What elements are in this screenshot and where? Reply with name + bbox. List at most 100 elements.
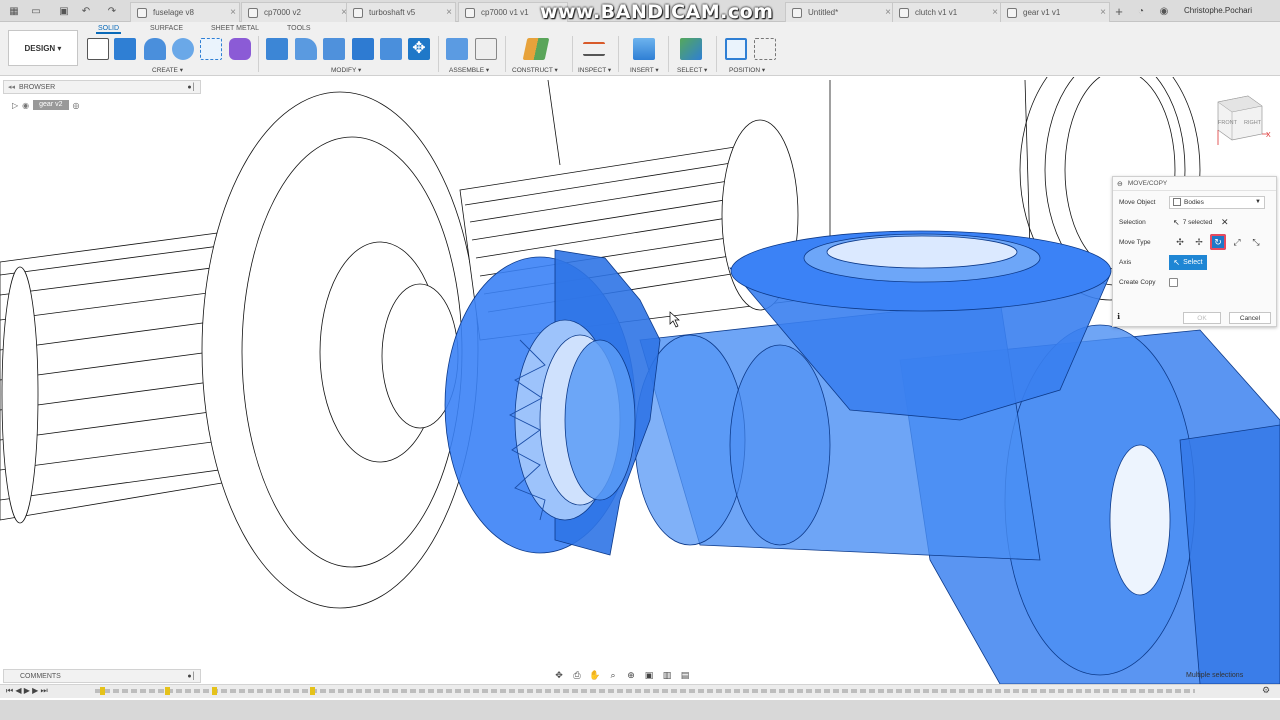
selection-field[interactable]: ↖ 7 selected (1169, 216, 1217, 229)
offset-plane-icon[interactable] (522, 38, 550, 60)
zoom-icon[interactable]: ⌕ (606, 670, 620, 681)
grid-menu-icon[interactable]: ▦ (8, 5, 20, 17)
construct-group-label[interactable]: CONSTRUCT ▾ (512, 66, 558, 74)
visibility-eye-icon[interactable]: ◉ (22, 101, 29, 110)
timeline-features[interactable] (95, 689, 1195, 693)
create-copy-row: Create Copy (1119, 274, 1270, 290)
orbit-icon[interactable]: ✥ (552, 670, 566, 681)
redo-icon[interactable]: ↷ (106, 5, 118, 17)
browser-panel-header[interactable]: ◂◂ BROWSER ●│ (3, 80, 201, 94)
axis-select-button[interactable]: ↖ Select (1169, 254, 1207, 270)
tab-untitled[interactable]: Untitled* × (785, 2, 895, 22)
expand-arrow-icon[interactable]: ▷ (12, 101, 18, 110)
close-icon[interactable]: × (443, 7, 455, 18)
timeline-marker[interactable] (310, 687, 315, 695)
tab-surface[interactable]: SURFACE (148, 25, 185, 32)
tab-gear[interactable]: gear v1 v1 × (1000, 2, 1110, 22)
move-copy-icon[interactable]: ✥ (408, 38, 430, 60)
tab-cp7000-v2[interactable]: cp7000 v2 × (241, 2, 351, 22)
tab-solid[interactable]: SOLID (96, 25, 122, 34)
collapse-dialog-icon[interactable]: ⊖ (1117, 180, 1123, 188)
measure-icon[interactable] (583, 42, 605, 56)
ok-button[interactable]: OK (1183, 312, 1221, 324)
fit-icon[interactable]: ⊕ (624, 670, 638, 681)
comments-panel-header[interactable]: COMMENTS ●│ (3, 669, 201, 683)
grid-settings-icon[interactable]: ▥ (660, 670, 674, 681)
clear-selection-icon[interactable]: ✕ (1221, 217, 1229, 228)
capture-position-icon[interactable] (725, 38, 747, 60)
position-group-label[interactable]: POSITION ▾ (729, 66, 765, 74)
dialog-header[interactable]: ⊖ MOVE/COPY (1113, 177, 1276, 191)
notifications-icon[interactable]: ◉ (1158, 5, 1170, 17)
viewports-icon[interactable]: ▤ (678, 670, 692, 681)
create-copy-checkbox[interactable] (1169, 277, 1178, 287)
divider (618, 36, 619, 72)
point-to-point-icon[interactable]: ⤢ (1229, 234, 1245, 250)
pin-icon[interactable]: ●│ (187, 84, 196, 91)
divider (716, 36, 717, 72)
press-pull-icon[interactable] (266, 38, 288, 60)
select-group-label[interactable]: SELECT ▾ (677, 66, 707, 74)
create-group-label[interactable]: CREATE ▾ (152, 66, 183, 74)
axis-select-label: Select (1183, 258, 1203, 266)
new-tab-icon[interactable]: + (1113, 4, 1125, 19)
shell-icon[interactable] (323, 38, 345, 60)
activate-radio-icon[interactable]: ◎ (73, 101, 80, 110)
rotate-icon[interactable]: ↻ (1210, 234, 1226, 250)
cancel-button[interactable]: Cancel (1229, 312, 1271, 324)
timeline-marker[interactable] (165, 687, 170, 695)
insert-group-label[interactable]: INSERT ▾ (630, 66, 659, 74)
user-name[interactable]: Christophe.Pochari (1184, 6, 1252, 15)
undo-icon[interactable]: ↶ (80, 5, 92, 17)
save-icon[interactable]: ▣ (58, 5, 70, 17)
revolve-icon[interactable] (144, 38, 166, 60)
toolbar-ribbon: SOLID SURFACE SHEET METAL TOOLS DESIGN ▾… (0, 22, 1280, 76)
timeline-marker[interactable] (212, 687, 217, 695)
extrude-icon[interactable] (114, 38, 136, 60)
tab-tools[interactable]: TOOLS (285, 25, 313, 32)
browser-root-node[interactable]: ▷ ◉ gear v2 ◎ (12, 99, 79, 111)
translate-icon[interactable]: ✢ (1191, 234, 1207, 250)
tab-fuselage[interactable]: fuselage v8 × (130, 2, 240, 22)
close-icon[interactable]: × (1097, 7, 1109, 18)
point-to-position-icon[interactable]: ⤡ (1248, 234, 1264, 250)
tab-turboshaft[interactable]: turboshaft v5 × (346, 2, 456, 22)
selection-value: 7 selected (1182, 218, 1213, 226)
scale-icon[interactable] (380, 38, 402, 60)
timeline-controls-icon[interactable]: ⏮ ◀ ▶ ▶ ⏭ (6, 686, 48, 696)
move-object-dropdown[interactable]: Bodies ▼ (1169, 195, 1265, 209)
select-icon[interactable] (680, 38, 702, 60)
new-component-icon[interactable] (446, 38, 468, 60)
insert-image-icon[interactable] (633, 38, 655, 60)
look-at-icon[interactable]: ⎙ (570, 670, 584, 681)
model-viewport[interactable]: FRONT RIGHT X (0, 77, 1280, 684)
inspect-group-label[interactable]: INSPECT ▾ (578, 66, 611, 74)
divider (258, 36, 259, 72)
timeline-settings-icon[interactable]: ⚙ (1262, 685, 1270, 696)
joint-icon[interactable] (475, 38, 497, 60)
tab-clutch[interactable]: clutch v1 v1 × (892, 2, 1002, 22)
close-icon[interactable]: × (227, 7, 239, 18)
display-settings-icon[interactable]: ▣ (642, 670, 656, 681)
create-sketch-icon[interactable] (87, 38, 109, 60)
modify-group-label[interactable]: MODIFY ▾ (331, 66, 361, 74)
jobs-icon[interactable]: ◔ (1135, 5, 1147, 17)
collapse-icon[interactable]: ◂◂ (8, 83, 15, 91)
workspace-switcher[interactable]: DESIGN ▾ (8, 30, 78, 66)
hole-icon[interactable] (172, 38, 194, 60)
fillet-icon[interactable] (295, 38, 317, 60)
pan-icon[interactable]: ✋ (588, 670, 602, 681)
tab-sheet-metal[interactable]: SHEET METAL (209, 25, 261, 32)
timeline-bar[interactable]: ⏮ ◀ ▶ ▶ ⏭ ⚙ (0, 684, 1280, 698)
timeline-marker[interactable] (100, 687, 105, 695)
assemble-group-label[interactable]: ASSEMBLE ▾ (449, 66, 489, 74)
info-icon[interactable]: ℹ (1117, 312, 1120, 321)
pin-icon[interactable]: ●│ (187, 673, 196, 680)
file-icon[interactable]: ▭ (30, 5, 42, 17)
combine-icon[interactable] (352, 38, 374, 60)
dialog-title: MOVE/COPY (1127, 180, 1168, 187)
create-form-icon[interactable] (229, 38, 251, 60)
revert-position-icon[interactable] (754, 38, 776, 60)
free-move-icon[interactable]: ✣ (1172, 234, 1188, 250)
pattern-icon[interactable] (200, 38, 222, 60)
